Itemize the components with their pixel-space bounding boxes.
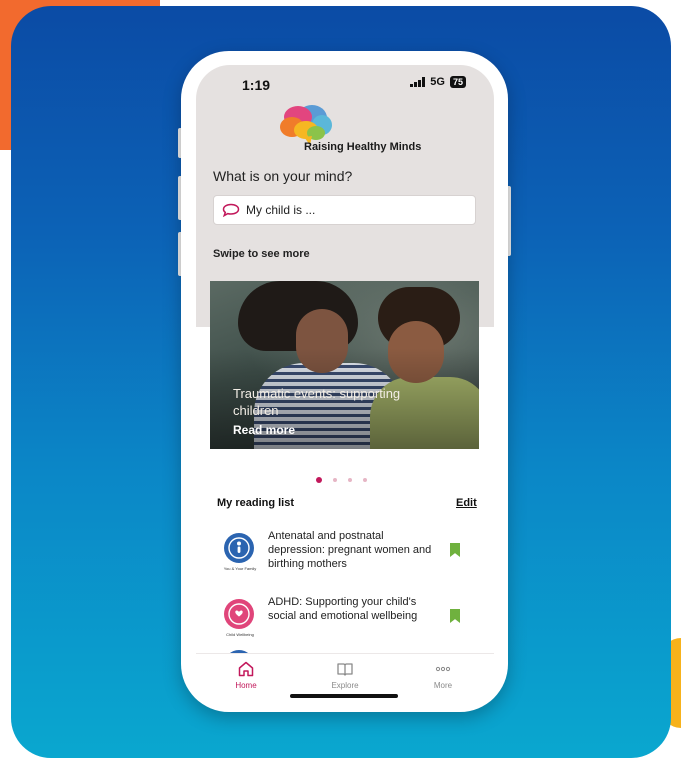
network-label: 5G — [430, 76, 445, 88]
more-icon — [435, 666, 451, 672]
speech-bubble-icon — [222, 203, 240, 217]
tab-more[interactable]: More — [413, 660, 473, 690]
category-caption: You & Your Family — [223, 566, 257, 571]
status-indicators: 5G 75 — [410, 76, 466, 88]
read-more-link[interactable]: Read more — [233, 423, 295, 437]
tab-explore[interactable]: Explore — [315, 660, 375, 690]
carousel-dot-3[interactable] — [348, 478, 352, 482]
bookmark-icon[interactable] — [450, 543, 460, 557]
carousel-dot-2[interactable] — [333, 478, 337, 482]
tab-home-label: Home — [235, 681, 257, 690]
child-wellbeing-category-icon: Child Wellbeing — [224, 599, 254, 637]
search-question: What is on your mind? — [213, 168, 353, 184]
app-screen: 1:19 5G 75 Raising Healthy Minds What is… — [196, 65, 494, 702]
category-caption: Child Wellbeing — [226, 632, 254, 637]
tab-more-label: More — [433, 681, 453, 690]
reading-list-item[interactable]: You & Your Family Antenatal and postnata… — [220, 527, 480, 577]
home-indicator — [290, 694, 398, 698]
tab-home[interactable]: Home — [216, 660, 276, 690]
reading-list-title: My reading list — [217, 497, 295, 509]
edit-button[interactable]: Edit — [456, 497, 477, 509]
home-icon — [238, 661, 254, 677]
bookmark-icon[interactable] — [450, 609, 460, 623]
family-icon — [228, 537, 250, 559]
child-wellbeing-icon — [228, 603, 250, 625]
search-input[interactable] — [246, 203, 466, 217]
card-title: Traumatic events: supporting children — [233, 386, 401, 418]
carousel-dots — [316, 477, 367, 483]
reading-list-item[interactable]: Child Wellbeing ADHD: Supporting your ch… — [220, 593, 480, 643]
carousel-card[interactable]: Traumatic events: supporting children Re… — [210, 281, 479, 449]
carousel-dot-4[interactable] — [363, 478, 367, 482]
carousel-dot-1[interactable] — [316, 477, 322, 483]
tab-explore-label: Explore — [331, 681, 359, 690]
family-category-icon: You & Your Family — [224, 533, 256, 571]
book-icon — [337, 663, 353, 676]
swipe-hint: Swipe to see more — [213, 248, 310, 260]
reading-list-item-title: ADHD: Supporting your child's social and… — [268, 596, 418, 622]
status-time: 1:19 — [242, 77, 271, 93]
brand-name: Raising Healthy Minds — [304, 141, 422, 153]
search-box[interactable] — [213, 195, 476, 225]
reading-list-item-title: Antenatal and postnatal depression: preg… — [268, 530, 432, 570]
signal-icon — [410, 77, 426, 87]
battery-icon: 75 — [449, 76, 466, 88]
